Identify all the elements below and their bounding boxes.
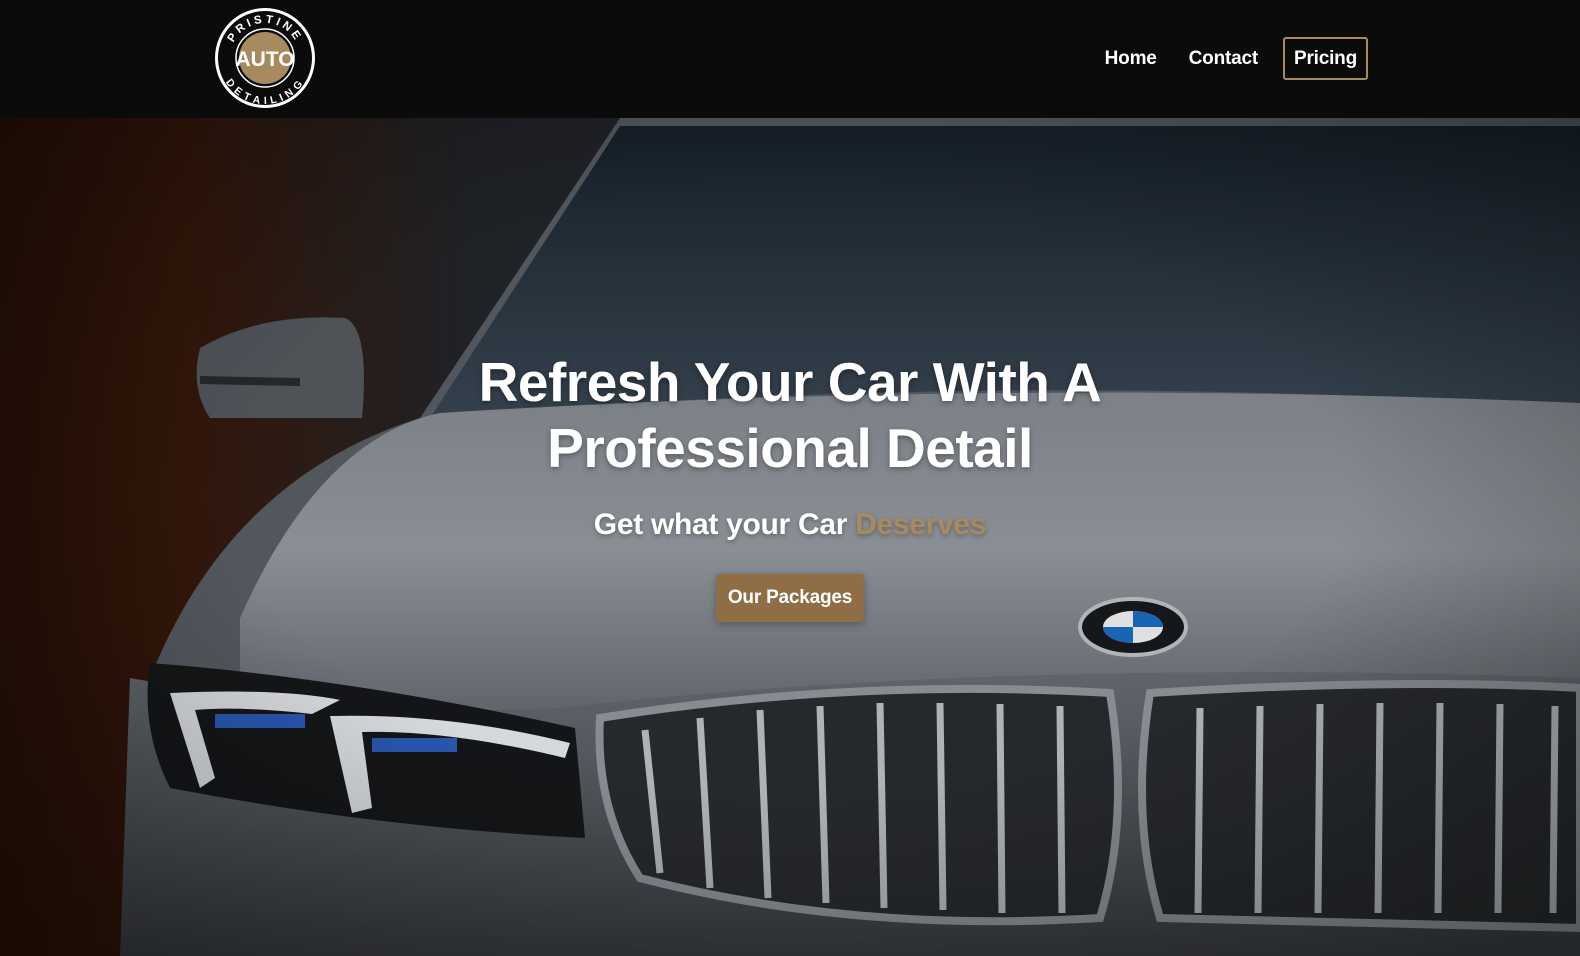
site-header: PRISTINE DETAILING AUTO Home Contact Pri… (0, 0, 1580, 118)
hero-subline: Get what your Car Deserves (593, 508, 987, 542)
svg-text:AUTO: AUTO (235, 48, 294, 71)
hero-content: Refresh Your Car With A Professional Det… (0, 118, 1580, 956)
nav-home[interactable]: Home (1089, 37, 1173, 80)
subline-prefix: Get what your Car (593, 508, 856, 541)
subline-accent: Deserves (855, 508, 987, 541)
nav-pricing[interactable]: Pricing (1282, 37, 1368, 80)
nav-contact[interactable]: Contact (1173, 37, 1274, 80)
our-packages-button[interactable]: Our Packages (715, 574, 865, 622)
hero-section: Refresh Your Car With A Professional Det… (0, 118, 1580, 956)
pristine-auto-logo[interactable]: PRISTINE DETAILING AUTO (214, 7, 316, 109)
hero-headline: Refresh Your Car With A Professional Det… (478, 351, 1102, 479)
main-nav: Home Contact Pricing (1089, 37, 1368, 80)
